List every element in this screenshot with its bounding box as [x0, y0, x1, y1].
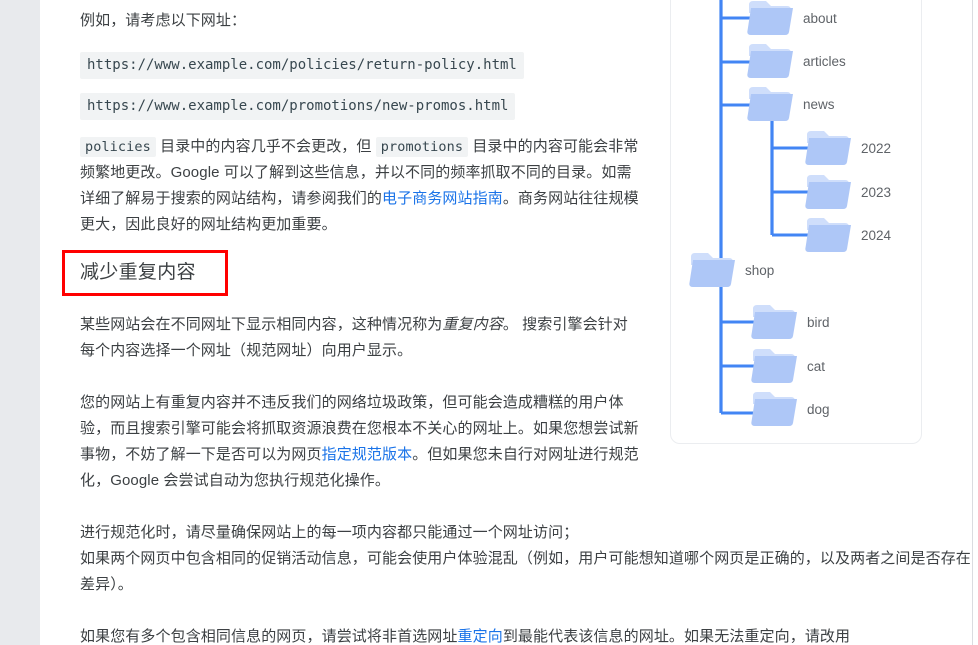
- url-code-2: https://www.example.com/promotions/new-p…: [80, 93, 516, 120]
- redirect-text-1: 如果您有多个包含相同信息的网页，请尝试将非首选网址: [80, 628, 458, 645]
- folder-label-bird: bird: [807, 315, 830, 330]
- intro-text: 例如，请考虑以下网址：: [80, 12, 247, 29]
- folder-icon-news[interactable]: [747, 87, 793, 121]
- paragraph-directories: policies 目录中的内容几乎不会更改，但 promotions 目录中的内…: [80, 134, 640, 238]
- link-specify-canonical[interactable]: 指定规范版本: [322, 446, 413, 463]
- link-ecommerce-guide[interactable]: 电子商务网站指南: [382, 190, 503, 207]
- page-section-heading: 减少重复内容: [80, 262, 196, 283]
- redirect-text-2: 到最能代表该信息的网址。如果无法重定向，请改用: [502, 628, 851, 645]
- paragraph-redirect: 如果您有多个包含相同信息的网页，请尝试将非首选网址重定向到最能代表该信息的网址。…: [80, 624, 978, 645]
- paragraph-duplicate: 某些网站会在不同网址下显示相同内容，这种情况称为重复内容。 搜索引擎会针对每个内…: [80, 312, 640, 364]
- canon-line-2: 如果两个网页中包含相同的促销活动信息，可能会使用户体验混乱（例如，用户可能想知道…: [80, 550, 971, 593]
- folder-icon-shop[interactable]: [689, 253, 735, 287]
- folder-label-news: news: [803, 97, 835, 112]
- code-promotions: promotions: [375, 137, 469, 157]
- folder-label-2024: 2024: [861, 228, 892, 243]
- code-policies: policies: [80, 137, 156, 157]
- folder-label-dog: dog: [807, 402, 830, 417]
- folder-icon-2023[interactable]: [805, 175, 851, 209]
- paragraph-spam-policy: 您的网站上有重复内容并不违反我们的网络垃圾政策，但可能会造成糟糕的用户体验，而且…: [80, 390, 640, 494]
- folder-tree-card: about articles news 2022 2023 2024 shop …: [670, 0, 922, 444]
- dirs-text-1: 目录中的内容几乎不会更改，但: [155, 138, 376, 155]
- folder-tree-svg: about articles news 2022 2023 2024 shop …: [689, 0, 892, 426]
- folder-label-shop: shop: [745, 263, 774, 278]
- folder-label-2023: 2023: [861, 185, 891, 200]
- folder-icon-cat[interactable]: [751, 349, 797, 383]
- folder-icon-about[interactable]: [747, 1, 793, 35]
- paragraph-canonicalization: 进行规范化时，请尽量确保网站上的每一项内容都只能通过一个网址访问； 如果两个网页中…: [80, 520, 978, 598]
- paragraph-intro: 例如，请考虑以下网址：: [80, 8, 640, 34]
- url-code-1: https://www.example.com/policies/return-…: [80, 52, 524, 79]
- link-redirect[interactable]: 重定向: [458, 628, 503, 645]
- folder-icon-2024[interactable]: [805, 218, 851, 252]
- folder-label-articles: articles: [803, 54, 846, 69]
- folder-icon-2022[interactable]: [805, 131, 851, 165]
- folder-label-about: about: [803, 11, 837, 26]
- dup-text-1: 某些网站会在不同网址下显示相同内容，这种情况称为: [80, 316, 443, 333]
- folder-icon-dog[interactable]: [751, 392, 797, 426]
- dup-emphasis: 重复内容: [442, 316, 503, 333]
- page-root: 例如，请考虑以下网址： https://www.example.com/poli…: [0, 0, 978, 645]
- folder-icon-bird[interactable]: [751, 305, 797, 339]
- folder-label-cat: cat: [807, 359, 825, 374]
- canon-line-1: 进行规范化时，请尽量确保网站上的每一项内容都只能通过一个网址访问；: [80, 524, 579, 541]
- folder-icon-articles[interactable]: [747, 44, 793, 78]
- folder-label-2022: 2022: [861, 141, 891, 156]
